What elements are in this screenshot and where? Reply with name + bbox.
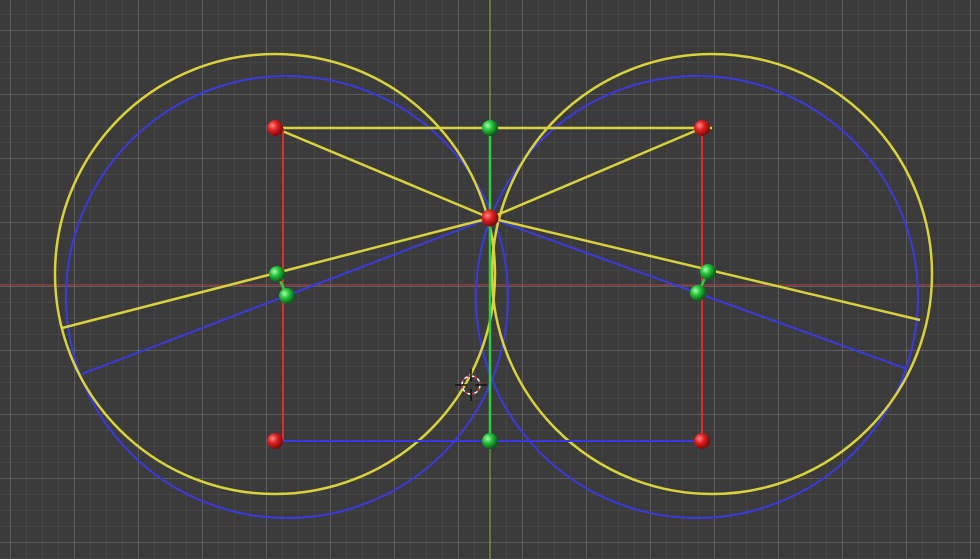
yellow-diagonal-right[interactable] — [489, 126, 703, 220]
3d-viewport[interactable] — [0, 0, 980, 559]
vertex-green-top-center[interactable] — [482, 120, 498, 136]
vertex-green-left-upper[interactable] — [269, 266, 285, 282]
vertex-red-top-left[interactable] — [267, 120, 283, 136]
vertex-green-right-lower[interactable] — [690, 285, 706, 301]
vertex-red-bottom-right[interactable] — [694, 433, 710, 449]
vertex-green-bottom-center[interactable] — [482, 433, 498, 449]
yellow-diagonal-left[interactable] — [274, 126, 491, 220]
vertex-red-center[interactable] — [481, 209, 499, 227]
scene-canvas[interactable] — [0, 0, 980, 559]
vertex-green-left-lower[interactable] — [279, 288, 295, 304]
3d-cursor-icon[interactable] — [455, 369, 487, 401]
vertex-red-top-right[interactable] — [694, 120, 710, 136]
vertex-green-right-upper[interactable] — [700, 264, 716, 280]
vertex-red-bottom-left[interactable] — [267, 433, 283, 449]
